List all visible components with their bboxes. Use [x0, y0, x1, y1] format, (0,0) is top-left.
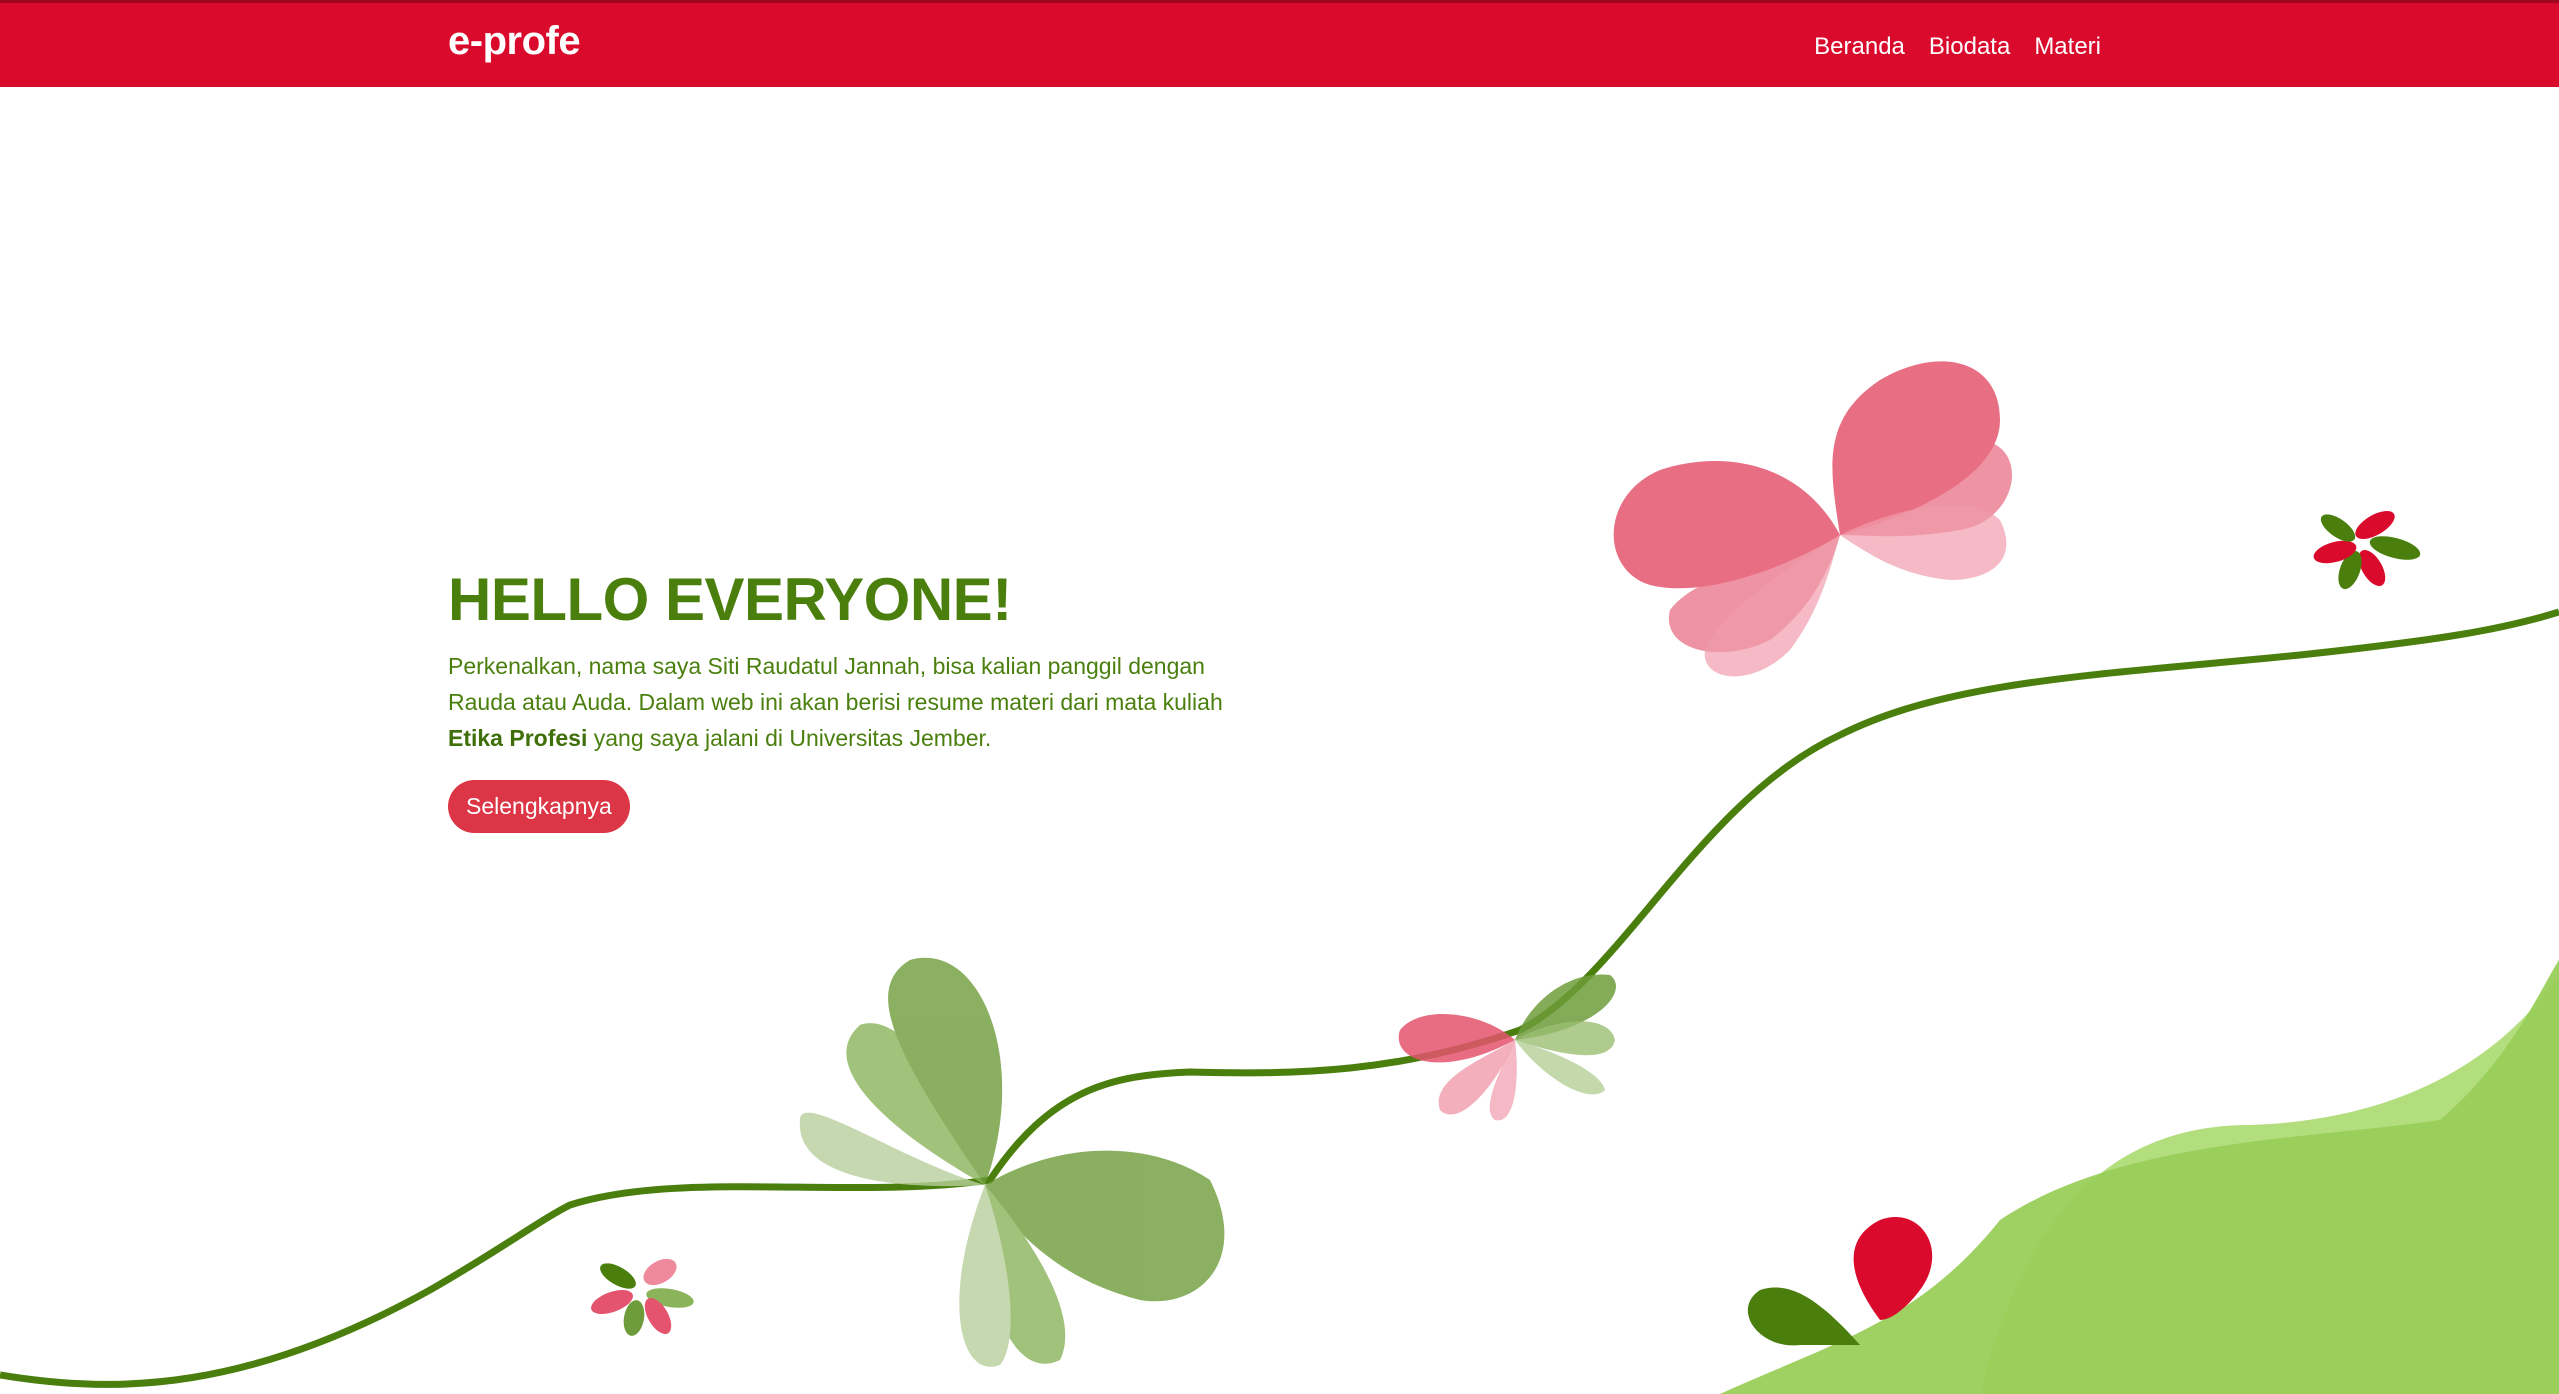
hero-course-name: Etika Profesi: [448, 725, 588, 751]
green-leaf: [1747, 1287, 1860, 1346]
hero-intro: Perkenalkan, nama saya Siti Raudatul Jan…: [448, 648, 1268, 756]
selengkapnya-button[interactable]: Selengkapnya: [448, 780, 630, 833]
hero-intro-before: Perkenalkan, nama saya Siti Raudatul Jan…: [448, 653, 1223, 715]
leaf-cluster-green: [799, 957, 1225, 1367]
butterfly-red: [1613, 361, 2013, 677]
small-flower-right: [2313, 511, 2421, 590]
background-illustration: [0, 361, 2559, 1394]
hero-title: HELLO EVERYONE!: [448, 566, 1012, 633]
hero-intro-after: yang saya jalani di Universitas Jember.: [587, 725, 992, 751]
hill-front: [1720, 960, 2559, 1394]
hero-section: HELLO EVERYONE! Perkenalkan, nama saya S…: [448, 565, 1268, 833]
butterfly-small: [1398, 974, 1616, 1121]
small-flower-left: [591, 1258, 694, 1336]
